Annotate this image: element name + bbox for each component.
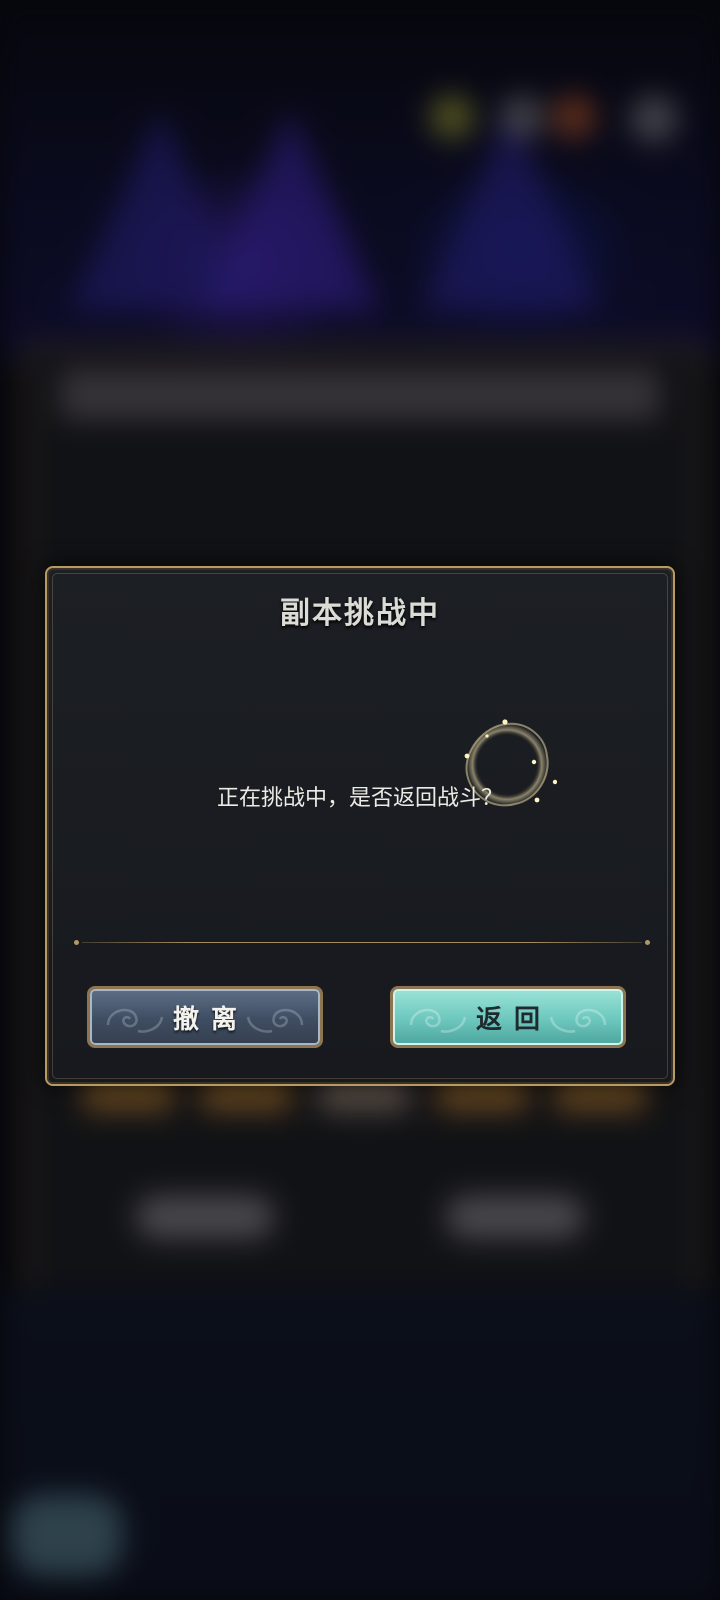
background-pill	[445, 1195, 585, 1239]
swirl-ornament-icon	[246, 1008, 304, 1033]
return-button-label: 返回	[475, 1004, 552, 1035]
leave-button-label: 撤离	[172, 1004, 249, 1035]
background-orb	[430, 95, 474, 139]
dialog-divider	[74, 939, 650, 947]
background-mountain	[200, 110, 380, 310]
swirl-ornament-icon	[549, 1008, 607, 1033]
background-orb	[630, 95, 678, 143]
swirl-ornament-icon	[106, 1008, 164, 1033]
background-panel-header	[60, 370, 660, 420]
divider-dot	[645, 940, 650, 945]
swirl-ornament-icon	[409, 1008, 467, 1033]
leave-button[interactable]: 撤离	[87, 986, 323, 1048]
return-button[interactable]: 返回	[390, 986, 626, 1048]
dialog-title: 副本挑战中	[280, 596, 440, 631]
background-pill	[135, 1195, 275, 1239]
background-orb	[552, 95, 596, 139]
background-corner-button	[12, 1495, 122, 1575]
divider-dot	[74, 940, 79, 945]
dialog-message: 正在挑战中，是否返回战斗？	[216, 786, 503, 811]
divider-line	[82, 942, 642, 943]
background-mountain	[420, 110, 600, 310]
background-orb	[500, 95, 544, 139]
confirm-dialog: 副本挑战中 正在挑战中，是否返回战斗？ 撤离 返回	[45, 566, 675, 1086]
